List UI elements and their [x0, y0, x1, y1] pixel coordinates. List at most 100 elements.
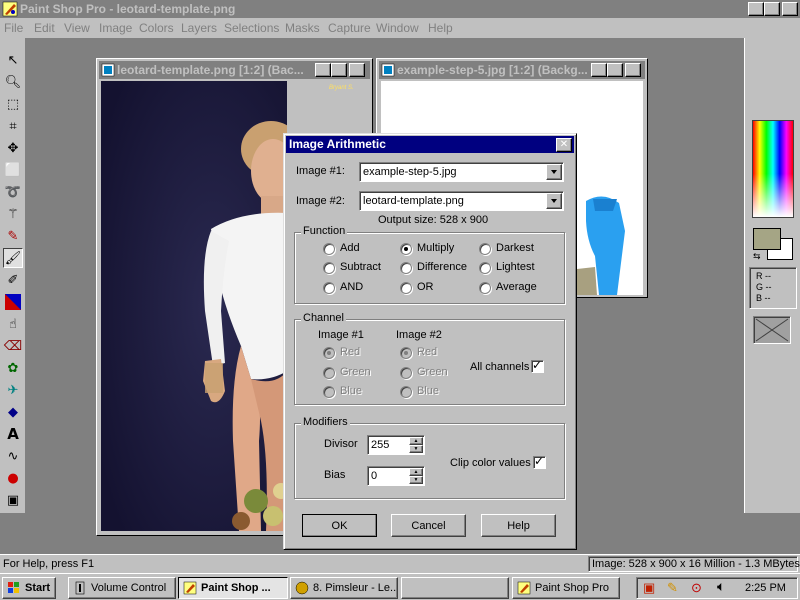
function-multiply-label[interactable]: Multiply	[417, 242, 454, 254]
divisor-spinner[interactable]: 255 ▲ ▼	[367, 435, 425, 455]
selection-icon[interactable]: ⬜	[3, 160, 23, 180]
function-difference-label[interactable]: Difference	[417, 261, 467, 273]
flood-fill-icon[interactable]: ◆	[3, 402, 23, 422]
airbrush-icon[interactable]: ✈	[3, 380, 23, 400]
example-close-button[interactable]: ✕	[625, 63, 641, 77]
ok-button[interactable]: OK	[302, 514, 377, 537]
close-button[interactable]: ✕	[782, 2, 798, 16]
task-paint-shop-pro[interactable]: Paint Shop Pro	[512, 577, 620, 599]
all-channels-label[interactable]: All channels	[470, 361, 529, 373]
magic-wand-icon[interactable]: ⚚	[3, 204, 23, 224]
no-pattern-swatch[interactable]	[753, 316, 791, 344]
cancel-button[interactable]: Cancel	[391, 514, 466, 537]
preset-shapes-icon[interactable]: ●	[3, 468, 23, 488]
menu-view[interactable]: View	[64, 21, 90, 35]
menu-file[interactable]: File	[4, 21, 23, 35]
task-volume-control[interactable]: Volume Control	[68, 577, 176, 599]
crop-icon[interactable]: ⌗	[3, 116, 23, 136]
function-difference-radio[interactable]	[400, 262, 412, 274]
tray-player-icon[interactable]: ⊙	[691, 580, 702, 596]
function-lightest-radio[interactable]	[479, 262, 491, 274]
bias-spin-arrows[interactable]: ▲ ▼	[409, 468, 423, 484]
task-paint-shop-active[interactable]: Paint Shop ...	[178, 577, 288, 599]
menu-capture[interactable]: Capture	[328, 21, 371, 35]
color-spectrum[interactable]	[752, 120, 794, 218]
function-lightest-label[interactable]: Lightest	[496, 261, 535, 273]
channel-image1-blue-radio[interactable]	[323, 386, 335, 398]
function-subtract-label[interactable]: Subtract	[340, 261, 381, 273]
dropper-icon[interactable]: ✎	[3, 226, 23, 246]
menu-masks[interactable]: Masks	[285, 21, 320, 35]
dialog-title-bar[interactable]: Image Arithmetic ✕	[286, 136, 574, 153]
example-window-title-bar[interactable]: example-step-5.jpg [1:2] (Backg... _ □ ✕	[379, 61, 645, 79]
draw-icon[interactable]: ∿	[3, 446, 23, 466]
tray-clock[interactable]: 2:25 PM	[745, 582, 786, 594]
help-button[interactable]: Help	[481, 514, 556, 537]
function-darkest-label[interactable]: Darkest	[496, 242, 534, 254]
foreground-color-swatch[interactable]	[753, 228, 781, 250]
clip-color-values-checkbox[interactable]: ✓	[533, 454, 546, 469]
menu-layers[interactable]: Layers	[181, 21, 217, 35]
picture-tube-icon[interactable]: ✿	[3, 358, 23, 378]
leotard-minimize-button[interactable]: _	[315, 63, 331, 77]
task-blank[interactable]	[401, 577, 509, 599]
clip-color-values-label[interactable]: Clip color values	[450, 457, 531, 469]
function-add-radio[interactable]	[323, 243, 335, 255]
function-average-radio[interactable]	[479, 282, 491, 294]
mover-icon[interactable]: ✥	[3, 138, 23, 158]
minimize-button[interactable]: _	[748, 2, 764, 16]
object-selector-icon[interactable]: ▣	[3, 490, 23, 510]
swap-colors-icon[interactable]: ⇆	[753, 252, 761, 262]
start-button[interactable]: Start	[2, 577, 56, 599]
tray-volume-icon[interactable]: 🔈︎	[717, 579, 725, 595]
example-minimize-button[interactable]: _	[591, 63, 607, 77]
menu-colors[interactable]: Colors	[139, 21, 174, 35]
task-pimsleur[interactable]: 8. Pimsleur - Le...	[290, 577, 398, 599]
leotard-window-title-bar[interactable]: leotard-template.png [1:2] (Bac... _ □ ✕	[99, 61, 370, 79]
arrow-icon[interactable]: ↖	[3, 50, 23, 70]
menu-edit[interactable]: Edit	[34, 21, 55, 35]
paintbrush-icon[interactable]: 🖌︎	[3, 248, 23, 268]
lasso-icon[interactable]: ➰	[3, 182, 23, 202]
spin-down-icon[interactable]: ▼	[409, 445, 423, 453]
menu-help[interactable]: Help	[428, 21, 453, 35]
image1-select[interactable]: example-step-5.jpg	[359, 162, 564, 182]
function-average-label[interactable]: Average	[496, 281, 537, 293]
channel-image2-red-radio[interactable]	[400, 347, 412, 359]
function-or-radio[interactable]	[400, 282, 412, 294]
channel-image2-blue-radio[interactable]	[400, 386, 412, 398]
color-replacer-icon[interactable]	[3, 292, 23, 312]
leotard-canvas[interactable]: Bryant S.	[101, 81, 287, 531]
leotard-maximize-button[interactable]: □	[331, 63, 347, 77]
function-darkest-radio[interactable]	[479, 243, 491, 255]
function-add-label[interactable]: Add	[340, 242, 360, 254]
menu-selections[interactable]: Selections	[224, 21, 279, 35]
text-icon[interactable]: A	[3, 424, 23, 444]
image2-select[interactable]: leotard-template.png	[359, 191, 564, 211]
example-maximize-button[interactable]: □	[607, 63, 623, 77]
eraser-icon[interactable]: ⌫	[3, 336, 23, 356]
bias-spinner[interactable]: 0 ▲ ▼	[367, 466, 425, 486]
spin-up-icon[interactable]: ▲	[409, 468, 423, 476]
image1-dropdown-arrow[interactable]	[546, 164, 562, 180]
divisor-spin-arrows[interactable]: ▲ ▼	[409, 437, 423, 453]
function-multiply-radio[interactable]	[400, 243, 412, 255]
channel-image1-red-radio[interactable]	[323, 347, 335, 359]
function-or-label[interactable]: OR	[417, 281, 434, 293]
function-and-label[interactable]: AND	[340, 281, 363, 293]
menu-image[interactable]: Image	[99, 21, 132, 35]
spin-up-icon[interactable]: ▲	[409, 437, 423, 445]
retouch-icon[interactable]: ☝	[3, 314, 23, 334]
zoom-icon[interactable]: 🔍︎	[3, 72, 23, 92]
restore-button[interactable]: ❐	[764, 2, 780, 16]
function-and-radio[interactable]	[323, 282, 335, 294]
deform-icon[interactable]: ⬚	[3, 94, 23, 114]
channel-image2-green-radio[interactable]	[400, 367, 412, 379]
channel-image1-green-radio[interactable]	[323, 367, 335, 379]
tray-app-icon[interactable]: ▣	[643, 580, 655, 596]
leotard-close-button[interactable]: ✕	[349, 63, 365, 77]
clone-brush-icon[interactable]: ✐	[3, 270, 23, 290]
function-subtract-radio[interactable]	[323, 262, 335, 274]
all-channels-checkbox[interactable]: ✓	[531, 358, 544, 373]
tray-pencil-icon[interactable]: ✎	[667, 580, 678, 596]
